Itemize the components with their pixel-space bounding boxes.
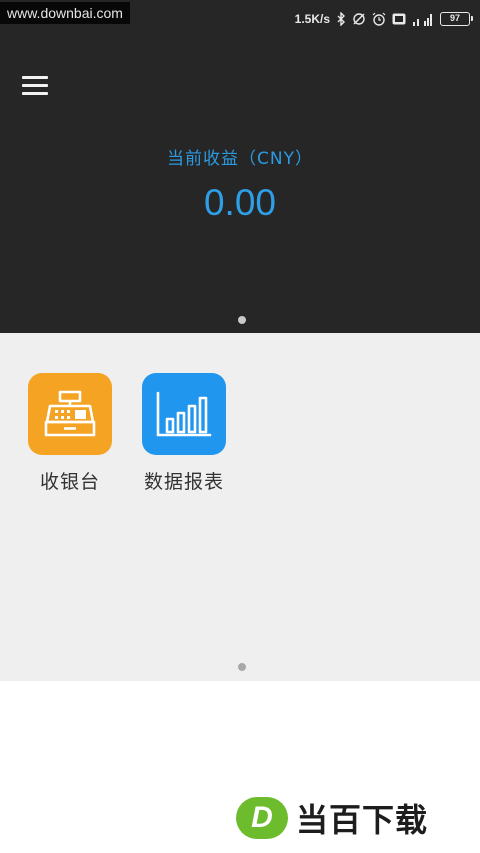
- app-grid: 收银台 数据报表: [0, 333, 480, 681]
- hd-icon: [392, 13, 406, 25]
- sync-off-icon: [352, 12, 366, 26]
- page-indicator-dot: [238, 663, 246, 671]
- earnings-value: 0.00: [203, 182, 276, 223]
- earnings-label: 当前收益（CNY）: [167, 149, 313, 169]
- app-label-cashier: 收银台: [39, 471, 100, 493]
- brand-logo: D 当百下载: [236, 795, 428, 841]
- watermark-text: www.downbai.com: [0, 2, 130, 24]
- cash-register-icon: [28, 373, 112, 455]
- app-tile-cashier[interactable]: 收银台: [20, 373, 120, 494]
- signal-icon: [412, 12, 434, 26]
- page-indicator-dot: [238, 316, 246, 324]
- app-tile-reports[interactable]: 数据报表: [134, 373, 234, 494]
- brand-text: 当百下载: [296, 801, 429, 839]
- alarm-icon: [372, 12, 386, 26]
- battery-icon: 97: [440, 12, 473, 26]
- bar-chart-icon: [142, 373, 226, 455]
- bluetooth-icon: [336, 12, 346, 26]
- network-speed: 1.5K/s: [294, 12, 330, 26]
- app-label-reports: 数据报表: [143, 471, 224, 493]
- hamburger-icon: [22, 76, 48, 79]
- earnings-panel: www.downbai.com 1.5K/s 97 当前收益（CNY） 0.00: [0, 0, 480, 333]
- brand-mark: D: [236, 797, 288, 839]
- status-bar: 1.5K/s 97: [294, 8, 473, 30]
- menu-button[interactable]: [18, 70, 54, 100]
